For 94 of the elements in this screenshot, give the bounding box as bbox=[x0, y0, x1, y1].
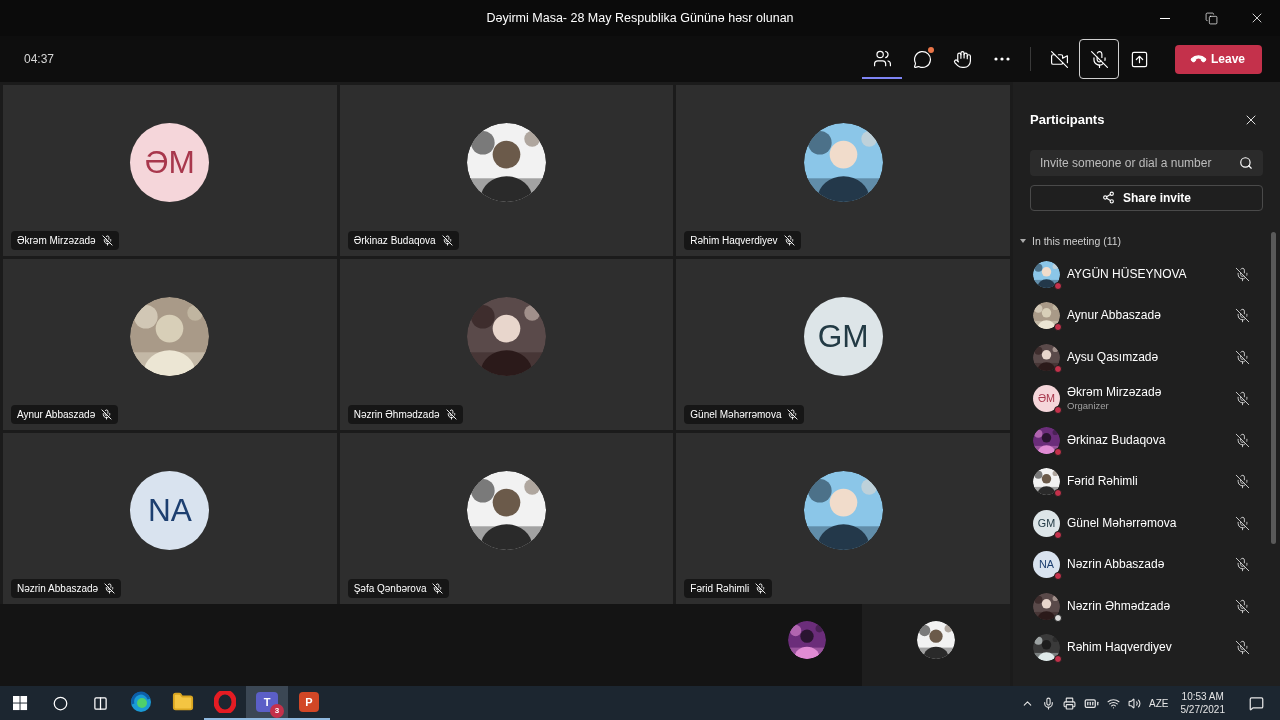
badge: 3 bbox=[270, 704, 284, 718]
search-field[interactable]: Invite someone or dial a number bbox=[1030, 149, 1263, 176]
avatar-initials: ƏM bbox=[130, 123, 210, 202]
participant-row[interactable]: Rəhim Haqverdiyev bbox=[1013, 626, 1280, 669]
mic-off-icon bbox=[1235, 474, 1250, 489]
clock-date: 5/27/2021 bbox=[1180, 703, 1225, 716]
mic-icon[interactable] bbox=[1042, 696, 1056, 710]
minimize-icon bbox=[1160, 17, 1170, 19]
participant-name: Ərkinaz Budaqova bbox=[353, 234, 436, 248]
mic-off-icon bbox=[432, 583, 444, 594]
mic-off-icon bbox=[787, 409, 799, 420]
mic-off-icon bbox=[783, 235, 795, 246]
participant-name: Nəzrin Əhmədzadə bbox=[353, 408, 440, 422]
chat-icon bbox=[912, 49, 932, 69]
taskbar-app[interactable]: T 3 bbox=[246, 686, 288, 720]
mic-off-icon bbox=[445, 409, 457, 420]
browser-icon bbox=[214, 691, 236, 713]
share-icon bbox=[1129, 49, 1149, 69]
window-title: Dəyirmi Masa- 28 May Respublika Gününə həsr olunan bbox=[486, 9, 794, 27]
panel-title: Participants bbox=[1030, 111, 1105, 129]
mic-off-icon bbox=[1235, 266, 1250, 282]
volume-icon[interactable] bbox=[1128, 696, 1142, 710]
participant-row[interactable]: Fərid Rəhimli bbox=[1013, 460, 1280, 503]
scrollbar[interactable] bbox=[1271, 232, 1276, 544]
share-icon bbox=[1102, 191, 1115, 204]
participant-name: Əkrəm Mirzəzadə bbox=[17, 234, 96, 248]
clock[interactable]: 10:53 AM 5/27/2021 bbox=[1176, 690, 1229, 716]
windows-icon bbox=[12, 695, 28, 711]
search-icon bbox=[1239, 155, 1253, 170]
mic-off-icon bbox=[1235, 557, 1250, 572]
mic-off-icon bbox=[1089, 49, 1109, 69]
participant-name: Fərid Rəhimli bbox=[690, 582, 750, 596]
participant-name: Şəfa Qənbərova bbox=[353, 582, 427, 596]
avatar-initials: NA bbox=[1033, 551, 1060, 578]
avatar-initials: GM bbox=[1033, 509, 1060, 537]
share-invite-button[interactable]: Share invite bbox=[1030, 184, 1263, 211]
mic-off-icon bbox=[1235, 391, 1250, 406]
folder-icon bbox=[172, 691, 194, 713]
printer-icon[interactable] bbox=[1063, 696, 1077, 710]
participant-name: Fərid Rəhimli bbox=[1067, 474, 1139, 489]
participant-name: Aysu Qasımzadə bbox=[1067, 349, 1160, 365]
more-icon bbox=[994, 57, 1010, 61]
mic-off-icon bbox=[441, 235, 453, 246]
participant-row[interactable]: AYGÜN HÜSEYNOVA bbox=[1013, 253, 1280, 295]
participant-name: Günel Məhərrəmova bbox=[690, 408, 782, 422]
avatar-initials: ƏM bbox=[1033, 385, 1060, 412]
mic-off-icon bbox=[1235, 598, 1250, 614]
section-header: In this meeting (11) bbox=[1032, 233, 1122, 249]
leave-button[interactable]: Leave bbox=[1175, 44, 1262, 74]
participant-row[interactable]: Nəzrin Əhmədzadə bbox=[1013, 585, 1280, 627]
participant-name: Nəzrin Abbaszadə bbox=[17, 582, 99, 596]
participant-name: AYGÜN HÜSEYNOVA bbox=[1067, 266, 1188, 282]
wifi-icon[interactable] bbox=[1107, 696, 1121, 710]
participant-name: Nəzrin Abbaszadə bbox=[1067, 557, 1166, 572]
participant-name: Rəhim Haqverdiyev bbox=[1067, 640, 1173, 655]
mic-off-icon bbox=[101, 235, 113, 246]
participant-name: Əkrəm Mirzəzadə bbox=[1067, 385, 1163, 401]
camera-off-icon bbox=[1049, 49, 1069, 69]
participant-name: Rəhim Haqverdiyev bbox=[690, 234, 778, 248]
notifications-icon[interactable] bbox=[1249, 695, 1264, 711]
powerpoint-icon: P bbox=[299, 692, 319, 712]
participant-name: Nəzrin Əhmədzadə bbox=[1067, 598, 1172, 614]
clock-time: 10:53 AM bbox=[1181, 690, 1224, 703]
participant-row[interactable]: Aynur Abbaszadə bbox=[1013, 294, 1280, 337]
mic-off-icon bbox=[755, 583, 767, 594]
hand-icon bbox=[952, 49, 972, 69]
mic-button[interactable] bbox=[1079, 39, 1119, 79]
participant-row[interactable]: Ərkinaz Budaqova bbox=[1013, 419, 1280, 461]
participant-role: Organizer bbox=[1067, 400, 1110, 412]
mic-off-icon bbox=[1235, 515, 1250, 531]
participant-name: Ərkinaz Budaqova bbox=[1067, 432, 1167, 448]
participants-icon bbox=[872, 48, 892, 68]
mic-off-icon bbox=[1235, 308, 1250, 323]
mic-off-icon bbox=[104, 583, 116, 594]
language-indicator[interactable]: AZE bbox=[1149, 695, 1169, 711]
participant-row[interactable]: Aysu Qasımzadə bbox=[1013, 336, 1280, 378]
browser-icon bbox=[130, 691, 152, 713]
participant-name: Aynur Abbaszadə bbox=[17, 408, 96, 422]
mic-off-icon bbox=[1235, 432, 1250, 448]
collapse-icon bbox=[1020, 239, 1026, 244]
avatar-initials: NA bbox=[130, 471, 210, 550]
avatar-initials: GM bbox=[803, 297, 883, 376]
taskbar-app[interactable]: P bbox=[288, 686, 330, 720]
mic-off-icon bbox=[1235, 349, 1250, 365]
restore-icon bbox=[1204, 11, 1218, 25]
participant-name: Günel Məhərrəmova bbox=[1067, 515, 1178, 531]
participant-row[interactable]: GM Günel Məhərrəmova bbox=[1013, 502, 1280, 544]
participant-name: Aynur Abbaszadə bbox=[1067, 308, 1162, 323]
meeting-timer: 04:37 bbox=[24, 51, 55, 68]
mic-off-icon bbox=[1235, 640, 1250, 655]
mic-off-icon bbox=[101, 409, 113, 420]
participant-row[interactable]: NA Nəzrin Abbaszadə bbox=[1013, 543, 1280, 586]
task-view-icon bbox=[92, 695, 108, 711]
circle-icon bbox=[52, 695, 68, 711]
